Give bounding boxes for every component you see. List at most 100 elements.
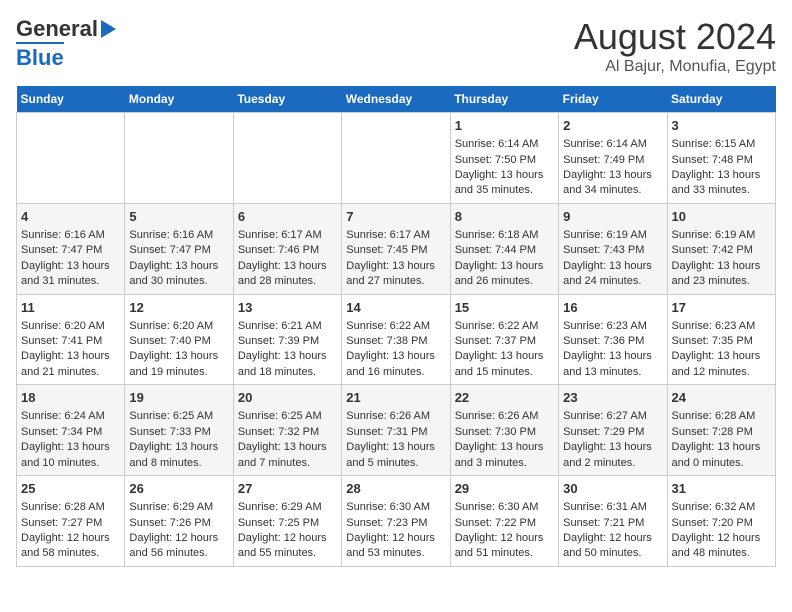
day-info: Sunrise: 6:22 AM xyxy=(346,319,445,334)
day-info: Daylight: 13 hours and 5 minutes. xyxy=(346,440,445,471)
day-number: 11 xyxy=(21,299,120,317)
day-number: 29 xyxy=(455,480,554,498)
header-sunday: Sunday xyxy=(17,86,125,113)
day-info: Sunrise: 6:30 AM xyxy=(455,500,554,515)
day-number: 6 xyxy=(238,208,337,226)
day-number: 9 xyxy=(563,208,662,226)
calendar-cell: 26Sunrise: 6:29 AMSunset: 7:26 PMDayligh… xyxy=(125,476,233,567)
calendar-cell: 14 Sunrise: 6:22 AMSunset: 7:38 PMDayligh… xyxy=(342,294,450,385)
day-info: Sunset: 7:50 PM xyxy=(455,153,554,168)
calendar-week-row: 11Sunrise: 6:20 AMSunset: 7:41 PMDayligh… xyxy=(17,294,776,385)
day-info: Sunrise: 6:16 AM xyxy=(21,228,120,243)
day-number: 10 xyxy=(672,208,771,226)
day-number: 13 xyxy=(238,299,337,317)
day-info: Sunset: 7:49 PM xyxy=(563,153,662,168)
day-info: Sunset: 7:45 PM xyxy=(346,243,445,258)
day-number: 5 xyxy=(129,208,228,226)
day-info: Daylight: 13 hours and 26 minutes. xyxy=(455,259,554,290)
header-friday: Friday xyxy=(559,86,667,113)
header-tuesday: Tuesday xyxy=(233,86,341,113)
calendar-cell: 18Sunrise: 6:24 AMSunset: 7:34 PMDayligh… xyxy=(17,385,125,476)
calendar-cell: 31Sunrise: 6:32 AMSunset: 7:20 PMDayligh… xyxy=(667,476,775,567)
day-info: Daylight: 13 hours and 31 minutes. xyxy=(21,259,120,290)
day-info: Sunrise: 6:19 AM xyxy=(563,228,662,243)
day-info: Daylight: 13 hours and 18 minutes. xyxy=(238,349,337,380)
day-number: 31 xyxy=(672,480,771,498)
calendar-cell: 28 Sunrise: 6:30 AMSunset: 7:23 PMDayligh… xyxy=(342,476,450,567)
page-title: August 2024 xyxy=(574,16,776,58)
calendar-cell: 4 Sunrise: 6:16 AMSunset: 7:47 PMDaylight… xyxy=(17,203,125,294)
day-info: Sunrise: 6:20 AM xyxy=(21,319,120,334)
day-number: 7 xyxy=(346,208,445,226)
day-info: Sunset: 7:25 PM xyxy=(238,516,337,531)
day-number: 1 xyxy=(455,117,554,135)
day-info: Sunrise: 6:29 AM xyxy=(129,500,228,515)
day-number: 28 xyxy=(346,480,445,498)
calendar-cell: 9Sunrise: 6:19 AMSunset: 7:43 PMDaylight… xyxy=(559,203,667,294)
day-info: Sunset: 7:36 PM xyxy=(563,334,662,349)
day-info: Sunrise: 6:23 AM xyxy=(672,319,771,334)
day-info: Sunset: 7:46 PM xyxy=(238,243,337,258)
day-info: Daylight: 13 hours and 19 minutes. xyxy=(129,349,228,380)
day-number: 12 xyxy=(129,299,228,317)
day-info: Sunrise: 6:31 AM xyxy=(563,500,662,515)
day-info: Sunset: 7:23 PM xyxy=(346,516,445,531)
day-info: Sunset: 7:42 PM xyxy=(672,243,771,258)
calendar-week-row: 4Sunrise: 6:16 AMSunset: 7:47 PMDaylight… xyxy=(17,203,776,294)
day-info: Daylight: 12 hours and 58 minutes. xyxy=(21,531,120,562)
day-info: Daylight: 13 hours and 8 minutes. xyxy=(129,440,228,471)
day-info: Sunrise: 6:19 AM xyxy=(672,228,771,243)
day-number: 14 xyxy=(346,299,445,317)
calendar-cell: 12 Sunrise: 6:20 AMSunset: 7:40 PMDayligh… xyxy=(125,294,233,385)
day-info: Sunrise: 6:30 AM xyxy=(346,500,445,515)
calendar-week-row: 25Sunrise: 6:28 AMSunset: 7:27 PMDayligh… xyxy=(17,476,776,567)
calendar-cell: 13Sunrise: 6:21 AMSunset: 7:39 PMDayligh… xyxy=(233,294,341,385)
day-number: 8 xyxy=(455,208,554,226)
day-info: Daylight: 13 hours and 33 minutes. xyxy=(672,168,771,199)
page-header: General Blue August 2024 Al Bajur, Monuf… xyxy=(16,16,776,76)
calendar-cell: 10Sunrise: 6:19 AMSunset: 7:42 PMDayligh… xyxy=(667,203,775,294)
day-number: 16 xyxy=(563,299,662,317)
day-info: Daylight: 13 hours and 30 minutes. xyxy=(129,259,228,290)
header-wednesday: Wednesday xyxy=(342,86,450,113)
calendar-cell: 22Sunrise: 6:26 AMSunset: 7:30 PMDayligh… xyxy=(450,385,558,476)
calendar-cell: 2Sunrise: 6:14 AMSunset: 7:49 PMDaylight… xyxy=(559,113,667,204)
day-info: Daylight: 13 hours and 16 minutes. xyxy=(346,349,445,380)
day-info: Daylight: 13 hours and 13 minutes. xyxy=(563,349,662,380)
day-info: Sunrise: 6:17 AM xyxy=(238,228,337,243)
day-number: 3 xyxy=(672,117,771,135)
day-info: Sunrise: 6:27 AM xyxy=(563,409,662,424)
day-info: Sunset: 7:40 PM xyxy=(129,334,228,349)
day-info: Sunset: 7:43 PM xyxy=(563,243,662,258)
calendar-cell: 16 Sunrise: 6:23 AMSunset: 7:36 PMDayligh… xyxy=(559,294,667,385)
day-number: 22 xyxy=(455,389,554,407)
calendar-cell: 25Sunrise: 6:28 AMSunset: 7:27 PMDayligh… xyxy=(17,476,125,567)
calendar-cell xyxy=(17,113,125,204)
header-thursday: Thursday xyxy=(450,86,558,113)
day-number: 25 xyxy=(21,480,120,498)
day-info: Sunrise: 6:22 AM xyxy=(455,319,554,334)
day-number: 17 xyxy=(672,299,771,317)
day-info: Sunset: 7:29 PM xyxy=(563,425,662,440)
page-subtitle: Al Bajur, Monufia, Egypt xyxy=(574,58,776,76)
day-info: Sunrise: 6:24 AM xyxy=(21,409,120,424)
calendar-cell: 21Sunrise: 6:26 AMSunset: 7:31 PMDayligh… xyxy=(342,385,450,476)
day-info: Sunset: 7:22 PM xyxy=(455,516,554,531)
day-number: 4 xyxy=(21,208,120,226)
title-area: August 2024 Al Bajur, Monufia, Egypt xyxy=(574,16,776,76)
logo-text-general: General xyxy=(16,16,98,42)
calendar-cell: 20Sunrise: 6:25 AMSunset: 7:32 PMDayligh… xyxy=(233,385,341,476)
day-info: Sunset: 7:38 PM xyxy=(346,334,445,349)
header-monday: Monday xyxy=(125,86,233,113)
day-info: Daylight: 13 hours and 7 minutes. xyxy=(238,440,337,471)
day-number: 23 xyxy=(563,389,662,407)
day-info: Sunrise: 6:17 AM xyxy=(346,228,445,243)
day-info: Sunrise: 6:20 AM xyxy=(129,319,228,334)
day-info: Daylight: 12 hours and 56 minutes. xyxy=(129,531,228,562)
calendar-table: SundayMondayTuesdayWednesdayThursdayFrid… xyxy=(16,86,776,567)
day-info: Sunrise: 6:23 AM xyxy=(563,319,662,334)
day-info: Sunset: 7:47 PM xyxy=(21,243,120,258)
day-info: Daylight: 13 hours and 0 minutes. xyxy=(672,440,771,471)
day-info: Daylight: 12 hours and 53 minutes. xyxy=(346,531,445,562)
day-info: Daylight: 13 hours and 2 minutes. xyxy=(563,440,662,471)
